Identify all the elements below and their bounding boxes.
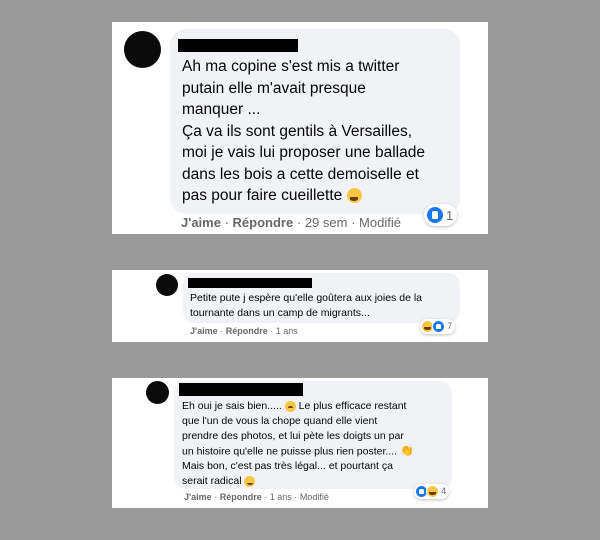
frowning-emoji: [284, 400, 296, 412]
comment-bubble: Petite pute j espère qu'elle goûtera aux…: [183, 273, 460, 323]
like-reaction-icon: [432, 320, 445, 333]
timestamp[interactable]: 1 ans: [270, 492, 292, 502]
separator: ·: [264, 492, 268, 502]
comment-actions: J'aime · Répondre · 1 ans: [190, 326, 298, 336]
like-link[interactable]: J'aime: [181, 215, 221, 230]
laughing-emoji: [346, 188, 362, 204]
comment-card-1: Ah ma copine s'est mis a twitter putain …: [112, 22, 488, 234]
comment-bubble: Eh oui je sais bien..... Le plus efficac…: [174, 381, 452, 489]
comment-card-2: Petite pute j espère qu'elle goûtera aux…: [112, 270, 488, 342]
reaction-count: 4: [441, 486, 447, 497]
comment-bubble: Ah ma copine s'est mis a twitter putain …: [170, 29, 460, 214]
separator: ·: [224, 215, 229, 230]
comment-actions: J'aime · Répondre · 1 ans · Modifié: [184, 492, 329, 502]
separator: ·: [294, 492, 298, 502]
reply-link[interactable]: Répondre: [220, 492, 262, 502]
edited-label[interactable]: Modifié: [359, 215, 401, 230]
comment-text: Ah ma copine s'est mis a twitter putain …: [182, 58, 425, 204]
smiling-emoji: [244, 476, 256, 487]
separator: ·: [351, 215, 356, 230]
clapping-hands-emoji: 👏: [399, 445, 414, 457]
timestamp[interactable]: 29 sem: [305, 215, 348, 230]
like-reaction-icon: [426, 206, 444, 224]
comment-actions: J'aime · Répondre · 29 sem · Modifié: [181, 215, 401, 230]
reaction-summary[interactable]: 4: [414, 484, 450, 499]
comment-text: Eh oui je sais bien..... Le plus efficac…: [182, 400, 414, 488]
separator: ·: [270, 326, 274, 336]
redacted-author-name: [188, 278, 312, 288]
comment-text: Petite pute j espère qu'elle goûtera aux…: [190, 292, 422, 319]
avatar[interactable]: [146, 381, 169, 404]
reaction-count: 1: [446, 207, 454, 223]
edited-label[interactable]: Modifié: [300, 492, 329, 502]
like-link[interactable]: J'aime: [184, 492, 212, 502]
redacted-author-name: [178, 39, 298, 52]
timestamp[interactable]: 1 ans: [276, 326, 298, 336]
separator: ·: [296, 215, 302, 230]
comment-card-3: Eh oui je sais bien..... Le plus efficac…: [112, 378, 488, 508]
haha-reaction-icon: [426, 485, 439, 498]
reaction-summary[interactable]: 7: [420, 319, 456, 334]
like-link[interactable]: J'aime: [190, 326, 218, 336]
reaction-summary[interactable]: 1: [424, 204, 458, 226]
reaction-count: 7: [447, 321, 453, 332]
avatar[interactable]: [156, 274, 178, 296]
separator: ·: [214, 492, 218, 502]
reply-link[interactable]: Répondre: [226, 326, 268, 336]
reply-link[interactable]: Répondre: [233, 215, 294, 230]
redacted-author-name: [179, 383, 303, 396]
separator: ·: [220, 326, 224, 336]
avatar[interactable]: [124, 31, 161, 68]
